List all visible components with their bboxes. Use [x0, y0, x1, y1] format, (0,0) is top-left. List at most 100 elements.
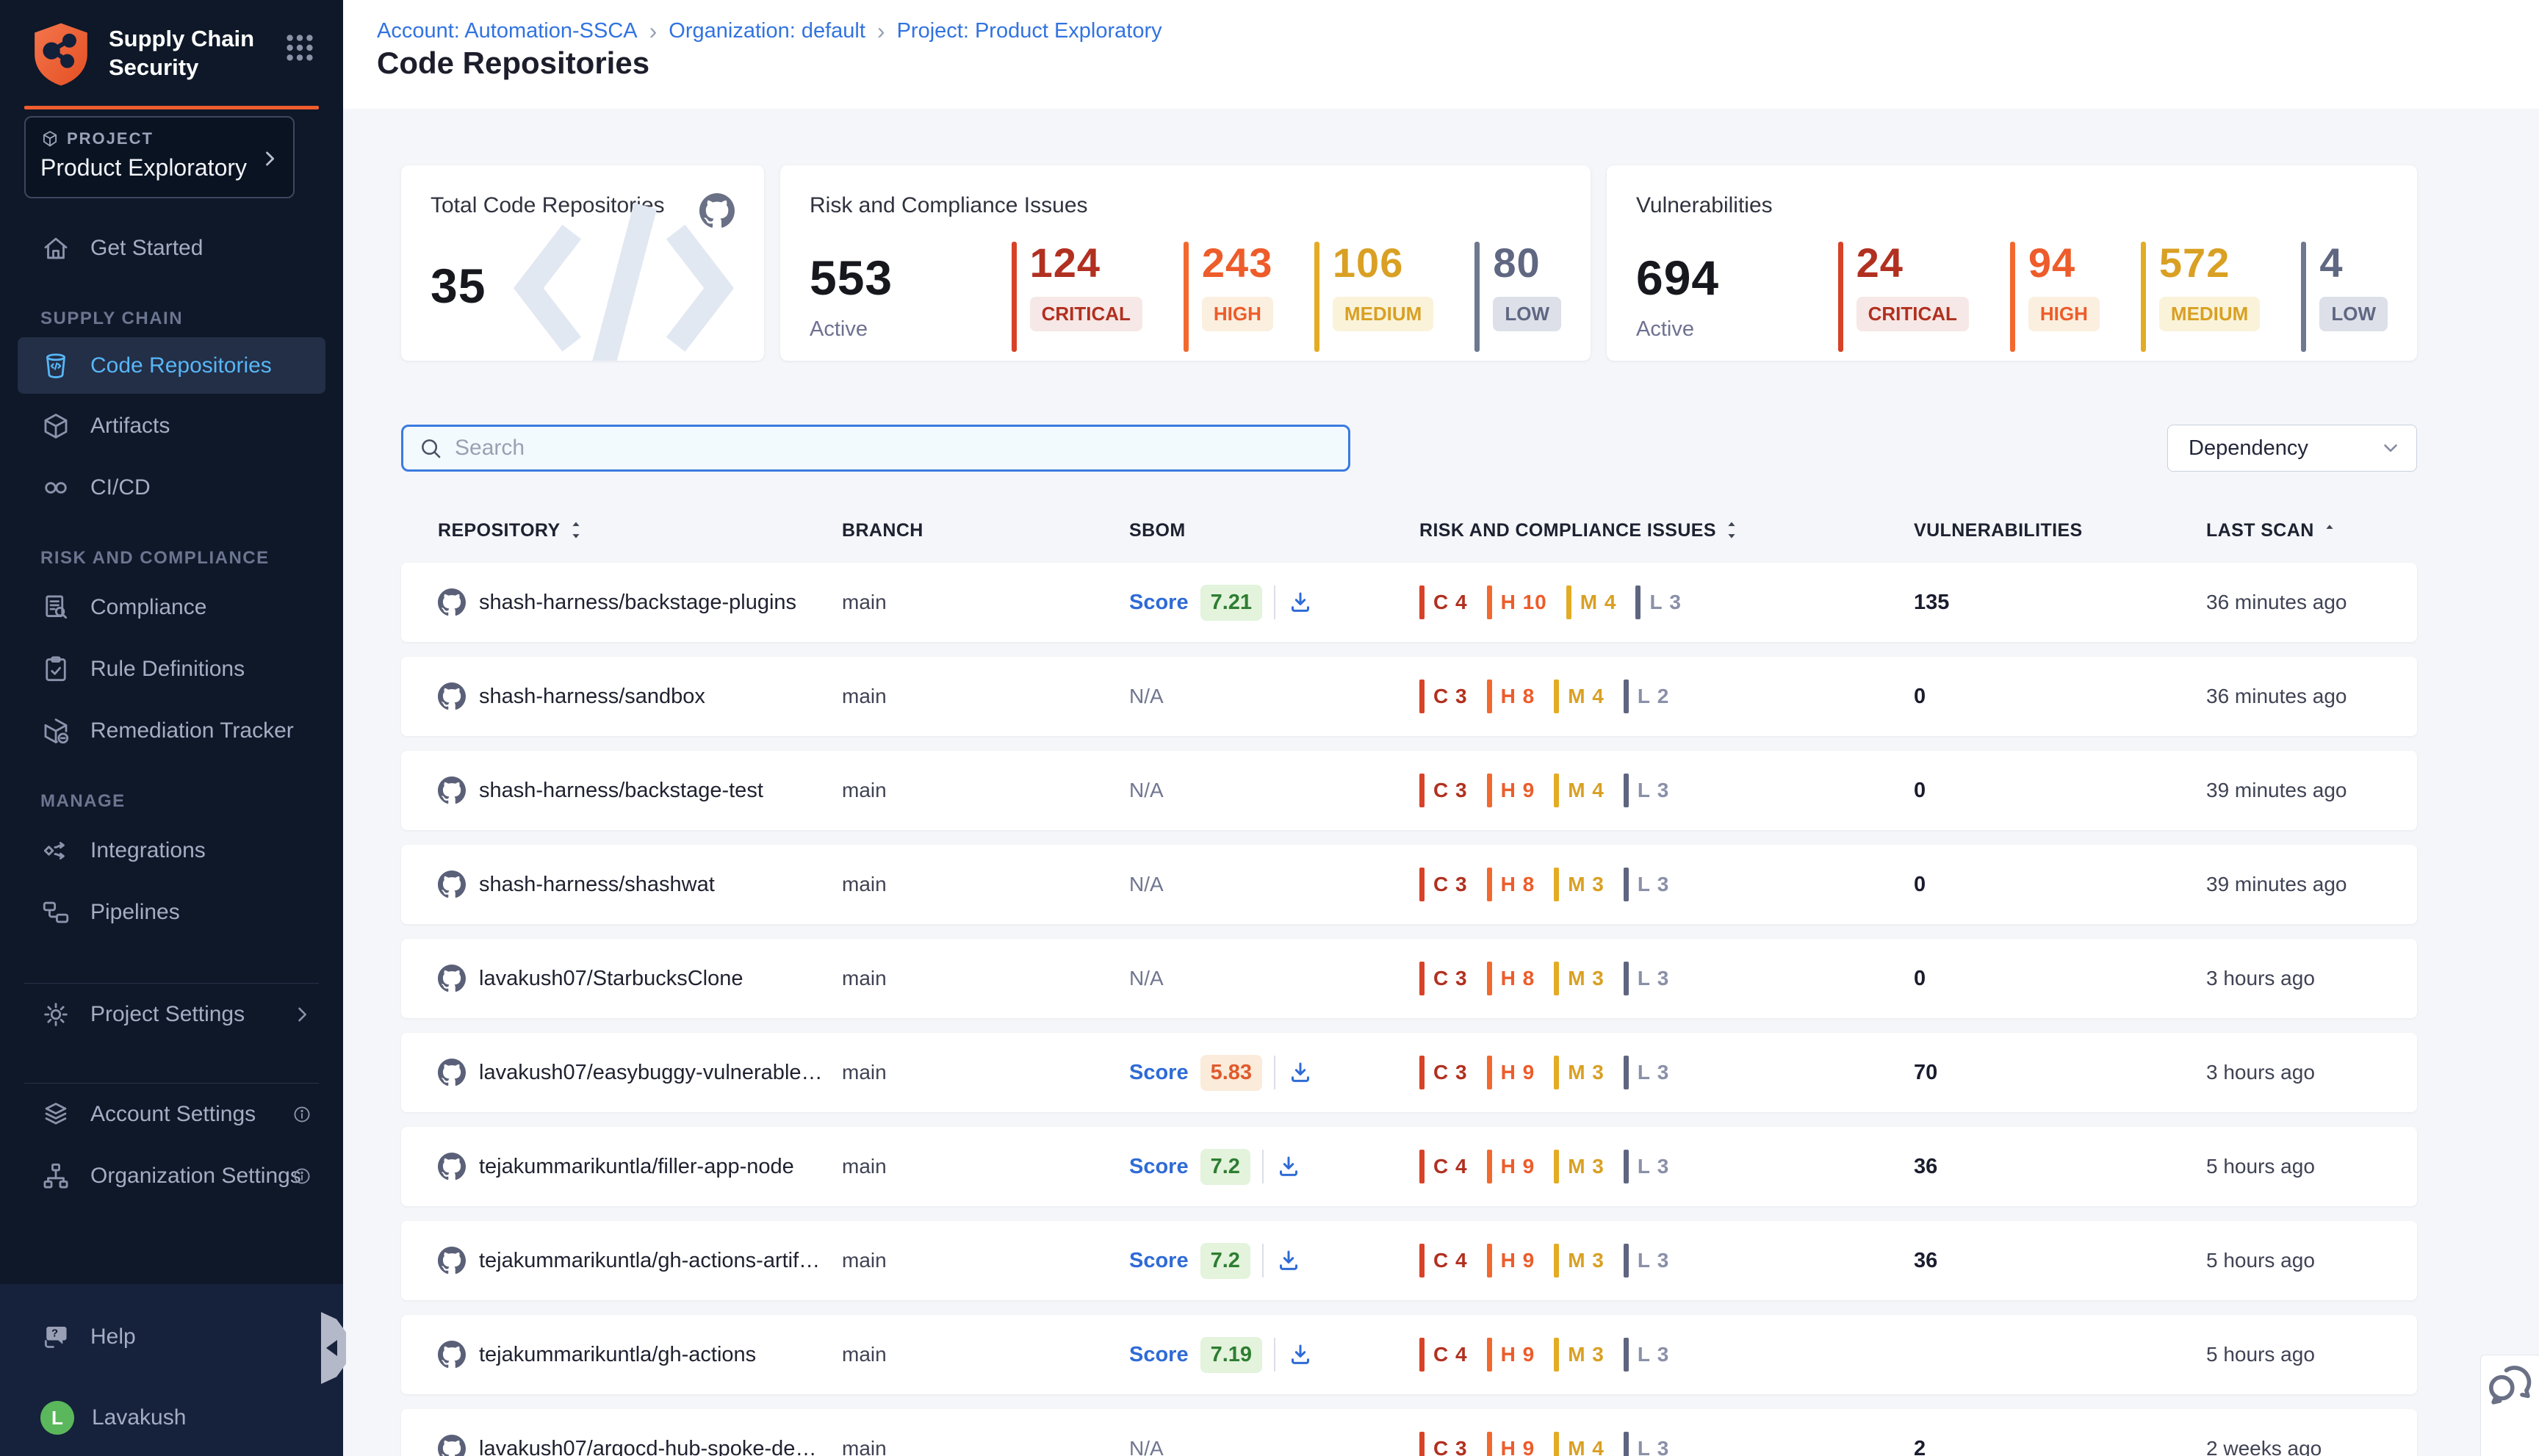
risk-issues-card: Risk and Compliance Issues 553 Active 12… — [780, 165, 1591, 361]
sort-ascending-icon — [2322, 519, 2338, 541]
column-header-repository[interactable]: REPOSITORY — [401, 519, 824, 541]
repo-name[interactable]: tejakummarikuntla/gh-actions-artifacts — [479, 1249, 824, 1273]
low-issues-chip: L 2 — [1624, 680, 1669, 713]
sidebar-item-account-settings[interactable]: Account Settings — [0, 1084, 343, 1145]
project-selector-value: Product Exploratory — [40, 154, 278, 181]
sbom-na: N/A — [1129, 967, 1164, 990]
table-row[interactable]: shash-harness/shashwat main N/A C 3 H 8 … — [401, 845, 2417, 924]
chat-widget-rail — [2480, 1355, 2539, 1456]
last-scan-cell: 5 hours ago — [2189, 1343, 2417, 1366]
sbom-divider — [1274, 1338, 1275, 1372]
sidebar-section: MANAGE Integrations Pipelines — [0, 791, 343, 943]
repo-name[interactable]: shash-harness/sandbox — [479, 685, 705, 709]
issues-cell: C 4 H 9 M 3 L 3 — [1402, 1150, 1896, 1183]
search-input[interactable] — [455, 436, 1333, 461]
vulnerabilities-cell: 36 — [1896, 1155, 2189, 1179]
chat-support-icon[interactable] — [2481, 1355, 2539, 1413]
table-row[interactable]: shash-harness/backstage-plugins main Sco… — [401, 563, 2417, 642]
severity-count: 243 — [1202, 239, 1273, 286]
repo-name[interactable]: tejakummarikuntla/gh-actions — [479, 1343, 756, 1367]
medium-issues-chip: M 3 — [1554, 868, 1605, 901]
page-title: Code Repositories — [377, 46, 649, 81]
search-box — [401, 425, 1350, 472]
info-icon[interactable] — [292, 1166, 312, 1186]
sidebar-item-user[interactable]: L Lavakush — [0, 1387, 343, 1449]
table-row[interactable]: tejakummarikuntla/gh-actions main Score … — [401, 1315, 2417, 1394]
sidebar-item-rule-definitions[interactable]: Rule Definitions — [0, 638, 343, 700]
repo-name[interactable]: shash-harness/shashwat — [479, 873, 715, 897]
vulnerabilities-cell: 36 — [1896, 1249, 2189, 1273]
table-row[interactable]: lavakush07/easybuggy-vulnerable-app... m… — [401, 1033, 2417, 1112]
sidebar-item-compliance[interactable]: Compliance — [0, 577, 343, 638]
chevron-down-icon — [2380, 437, 2402, 459]
app-title: Supply Chain Security — [109, 25, 283, 82]
low-issues-chip: L 3 — [1624, 1432, 1669, 1456]
repo-name[interactable]: tejakummarikuntla/filler-app-node — [479, 1155, 794, 1179]
download-sbom-icon[interactable] — [1287, 589, 1314, 616]
repo-name[interactable]: shash-harness/backstage-test — [479, 779, 763, 803]
download-sbom-icon[interactable] — [1287, 1059, 1314, 1086]
sidebar-section-label: RISK AND COMPLIANCE — [40, 548, 343, 569]
issues-cell: C 3 H 9 M 3 L 3 — [1402, 1056, 1896, 1089]
sbom-score-label: Score — [1129, 1061, 1189, 1085]
breadcrumb-organization-link[interactable]: Organization: default — [669, 19, 865, 43]
dependency-filter-dropdown[interactable]: Dependency — [2167, 425, 2417, 472]
sidebar-item-ci-cd[interactable]: CI/CD — [0, 457, 343, 519]
issues-cell: C 3 H 9 M 4 L 3 — [1402, 774, 1896, 807]
vulnerabilities-cell: 0 — [1896, 685, 2189, 709]
risk-issues-label: Risk and Compliance Issues — [810, 193, 1088, 218]
table-row[interactable]: lavakush07/StarbucksClone main N/A C 3 H… — [401, 939, 2417, 1018]
medium-issues-chip: M 3 — [1554, 1244, 1605, 1277]
svg-text:?: ? — [51, 1328, 58, 1340]
medium-issues-chip: M 4 — [1554, 1432, 1605, 1456]
breadcrumb-account-link[interactable]: Account: Automation-SSCA — [377, 19, 638, 43]
project-selector[interactable]: PROJECT Product Exploratory — [24, 116, 295, 198]
repo-name[interactable]: lavakush07/StarbucksClone — [479, 967, 743, 991]
severity-badge: MEDIUM — [1333, 297, 1433, 331]
sidebar-item-project-settings[interactable]: Project Settings — [0, 984, 343, 1045]
table-row[interactable]: shash-harness/sandbox main N/A C 3 H 8 M… — [401, 657, 2417, 736]
column-header-risk-issues[interactable]: RISK AND COMPLIANCE ISSUES — [1402, 519, 1896, 541]
table-row[interactable]: tejakummarikuntla/gh-actions-artifacts m… — [401, 1221, 2417, 1300]
issues-cell: C 3 H 8 M 3 L 3 — [1402, 868, 1896, 901]
sbom-na: N/A — [1129, 873, 1164, 895]
download-sbom-icon[interactable] — [1275, 1153, 1302, 1180]
sidebar-item-integrations[interactable]: Integrations — [0, 820, 343, 882]
risk-issues-sub: Active — [810, 317, 1012, 342]
column-header-last-scan[interactable]: LAST SCAN — [2189, 519, 2417, 541]
table-row[interactable]: shash-harness/backstage-test main N/A C … — [401, 751, 2417, 830]
sbom-cell: N/A — [1112, 685, 1402, 708]
download-sbom-icon[interactable] — [1287, 1341, 1314, 1368]
sbom-cell: N/A — [1112, 1437, 1402, 1456]
critical-issues-chip: C 3 — [1419, 1432, 1468, 1456]
download-sbom-icon[interactable] — [1275, 1247, 1302, 1274]
sidebar-item-get-started[interactable]: Get Started — [0, 217, 343, 279]
breadcrumb-project-link[interactable]: Project: Product Exploratory — [897, 19, 1162, 43]
github-icon — [438, 1059, 466, 1086]
critical-issues-chip: C 3 — [1419, 868, 1468, 901]
vulnerabilities-cell: 135 — [1896, 591, 2189, 615]
artifacts-icon — [40, 411, 71, 442]
repo-name[interactable]: lavakush07/easybuggy-vulnerable-app... — [479, 1061, 824, 1085]
high-issues-chip: H 8 — [1487, 962, 1535, 995]
sidebar-item-pipelines[interactable]: Pipelines — [0, 882, 343, 943]
sidebar-item-organization-settings[interactable]: Organization Settings — [0, 1145, 343, 1207]
last-scan-cell: 5 hours ago — [2189, 1249, 2417, 1272]
sidebar-item-remediation-tracker[interactable]: Remediation Tracker — [0, 700, 343, 762]
sidebar-item-code-repositories[interactable]: Code Repositories — [18, 337, 325, 394]
branch-cell: main — [824, 779, 1112, 802]
critical-issues-chip: C 4 — [1419, 1150, 1468, 1183]
sidebar-item-help[interactable]: ? Help — [0, 1306, 343, 1368]
repo-name[interactable]: shash-harness/backstage-plugins — [479, 591, 796, 615]
repo-name[interactable]: lavakush07/argocd-hub-spoke-demo — [479, 1437, 824, 1456]
branch-cell: main — [824, 967, 1112, 990]
table-row[interactable]: tejakummarikuntla/filler-app-node main S… — [401, 1127, 2417, 1206]
info-icon[interactable] — [292, 1104, 312, 1125]
sbom-score-badge: 7.2 — [1200, 1149, 1250, 1185]
chevron-right-icon — [259, 148, 280, 169]
sidebar-item-artifacts[interactable]: Artifacts — [0, 395, 343, 457]
table-row[interactable]: lavakush07/argocd-hub-spoke-demo main N/… — [401, 1409, 2417, 1456]
sidebar-bottom: ? Help L Lavakush — [0, 1284, 343, 1456]
code-repo-icon — [40, 350, 71, 381]
app-switcher-grid-icon[interactable] — [283, 31, 317, 65]
